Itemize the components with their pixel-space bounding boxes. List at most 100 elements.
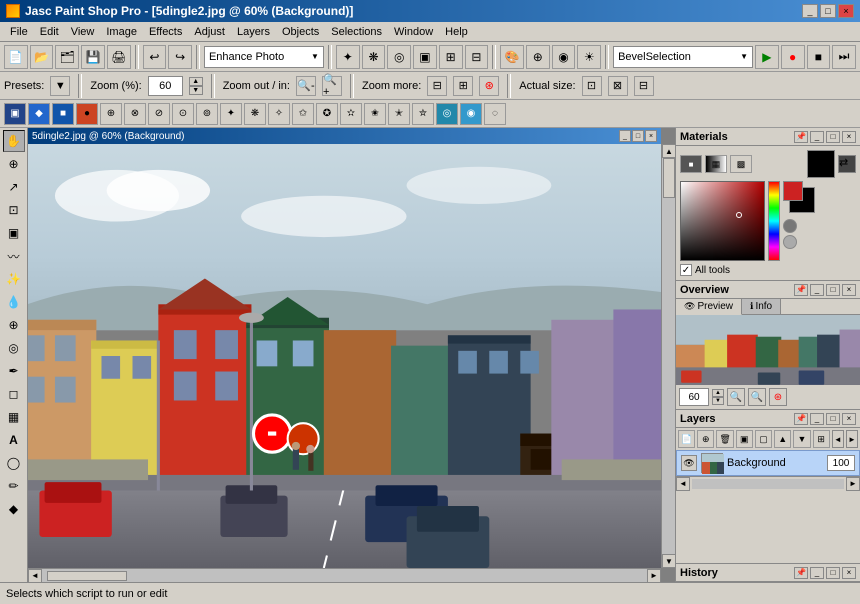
actual-size-2[interactable]: ⊠: [608, 76, 628, 96]
zoom-up-button[interactable]: ▲: [189, 77, 203, 86]
hscroll-right[interactable]: ►: [647, 569, 661, 583]
gradient-mode-btn[interactable]: ▦: [705, 155, 727, 173]
overview-preview-tab[interactable]: 👁 Preview: [676, 299, 742, 315]
effect-btn-11[interactable]: ❋: [244, 103, 266, 125]
overview-min-btn[interactable]: _: [810, 284, 824, 296]
effect-btn-1[interactable]: ▣: [4, 103, 26, 125]
effect-btn-10[interactable]: ✦: [220, 103, 242, 125]
layers-pin-btn[interactable]: 📌: [794, 413, 808, 425]
hscroll-left[interactable]: ◄: [28, 569, 42, 583]
zoom-in-small-btn[interactable]: 🔍: [748, 388, 766, 406]
layers-hscroll-left[interactable]: ◄: [676, 477, 690, 491]
effect-btn-14[interactable]: ✪: [316, 103, 338, 125]
layer-opacity-input[interactable]: [827, 455, 855, 471]
zoom-in-button[interactable]: 🔍+: [322, 76, 342, 96]
materials-max-btn[interactable]: □: [826, 131, 840, 143]
hue-button[interactable]: ⊕: [526, 45, 550, 69]
effect-btn-18[interactable]: ✮: [412, 103, 434, 125]
tool-brush[interactable]: ✒: [3, 360, 25, 382]
effect-btn-17[interactable]: ✭: [388, 103, 410, 125]
overview-close-btn[interactable]: ×: [842, 284, 856, 296]
effect-btn-19[interactable]: ◎: [436, 103, 458, 125]
open-button[interactable]: 📂: [30, 45, 54, 69]
menu-help[interactable]: Help: [439, 24, 474, 40]
menu-adjust[interactable]: Adjust: [188, 24, 231, 40]
zoom-down-button[interactable]: ▼: [189, 86, 203, 95]
effect-btn-5[interactable]: ⊕: [100, 103, 122, 125]
menu-layers[interactable]: Layers: [231, 24, 276, 40]
menu-view[interactable]: View: [65, 24, 101, 40]
menu-edit[interactable]: Edit: [34, 24, 65, 40]
tool-node[interactable]: ◆: [3, 498, 25, 520]
tool-zoom[interactable]: ⊕: [3, 153, 25, 175]
color-mode-btn[interactable]: ■: [680, 155, 702, 173]
tool-fill[interactable]: ▦: [3, 406, 25, 428]
overview-pin-btn[interactable]: 📌: [794, 284, 808, 296]
script-dropdown[interactable]: BevelSelection ▼: [613, 46, 753, 68]
record-button[interactable]: ●: [781, 45, 805, 69]
canvas-close[interactable]: ×: [645, 130, 657, 142]
menu-effects[interactable]: Effects: [143, 24, 188, 40]
actual-size-1[interactable]: ⊡: [582, 76, 602, 96]
ov-zoom-up[interactable]: ▲: [712, 389, 724, 397]
save-button[interactable]: 💾: [81, 45, 105, 69]
circle-swatch-2[interactable]: [783, 235, 797, 249]
ov-zoom-down[interactable]: ▼: [712, 397, 724, 405]
print-button[interactable]: 🖨: [107, 45, 131, 69]
zoom-reset-btn[interactable]: ⊛: [769, 388, 787, 406]
menu-objects[interactable]: Objects: [276, 24, 325, 40]
effect-btn-4[interactable]: ●: [76, 103, 98, 125]
tool-clone[interactable]: ◎: [3, 337, 25, 359]
move-up-btn[interactable]: ▲: [774, 430, 791, 448]
vscroll-thumb[interactable]: [663, 158, 675, 198]
delete-layer-btn[interactable]: 🗑: [716, 430, 733, 448]
layers-scroll-left[interactable]: ◄: [832, 430, 844, 448]
redo-button[interactable]: ↪: [168, 45, 192, 69]
group-btn[interactable]: ▣: [736, 430, 753, 448]
pattern-mode-btn[interactable]: ▩: [730, 155, 752, 173]
menu-window[interactable]: Window: [388, 24, 439, 40]
effect-btn-8[interactable]: ⊙: [172, 103, 194, 125]
tool-pen[interactable]: ✏: [3, 475, 25, 497]
tool-freehand[interactable]: 〰: [3, 245, 25, 267]
effect-btn-9[interactable]: ⊚: [196, 103, 218, 125]
color-box[interactable]: [680, 181, 765, 261]
undo-button[interactable]: ↩: [143, 45, 167, 69]
layer-visibility-btn[interactable]: 👁: [681, 455, 697, 471]
zoom-out-small-btn[interactable]: 🔍: [727, 388, 745, 406]
sharpen-button[interactable]: ✦: [336, 45, 360, 69]
tool-heal[interactable]: ⊕: [3, 314, 25, 336]
effect-btn-21[interactable]: ◌: [484, 103, 506, 125]
layers-close-btn[interactable]: ×: [842, 413, 856, 425]
history-max-btn[interactable]: □: [826, 567, 840, 579]
canvas-hscrollbar[interactable]: ◄ ►: [28, 568, 661, 582]
step-button[interactable]: ⏭: [832, 45, 856, 69]
zoom-more-3[interactable]: ⊛: [479, 76, 499, 96]
layers-scroll-right[interactable]: ►: [846, 430, 858, 448]
zoom-more-1[interactable]: ⊟: [427, 76, 447, 96]
circle-swatch-1[interactable]: [783, 219, 797, 233]
effect-btn-20[interactable]: ◉: [460, 103, 482, 125]
effect-btn-13[interactable]: ✩: [292, 103, 314, 125]
menu-selections[interactable]: Selections: [325, 24, 388, 40]
overview-info-tab[interactable]: ℹ Info: [742, 299, 781, 314]
canvas-vscrollbar[interactable]: ▲ ▼: [661, 144, 675, 568]
edge-button[interactable]: ▣: [413, 45, 437, 69]
zoom-input[interactable]: [148, 76, 183, 96]
minimize-button[interactable]: _: [802, 4, 818, 18]
hue-bar[interactable]: [768, 181, 780, 261]
effect-btn-3[interactable]: ■: [52, 103, 74, 125]
overview-max-btn[interactable]: □: [826, 284, 840, 296]
history-close-btn[interactable]: ×: [842, 567, 856, 579]
menu-file[interactable]: File: [4, 24, 34, 40]
tool-magic-wand[interactable]: ✨: [3, 268, 25, 290]
materials-close-btn[interactable]: ×: [842, 131, 856, 143]
effect-btn-2[interactable]: ◆: [28, 103, 50, 125]
hscroll-thumb[interactable]: [47, 571, 127, 581]
noise-button[interactable]: ⊟: [465, 45, 489, 69]
effect-btn-12[interactable]: ✧: [268, 103, 290, 125]
color-button[interactable]: 🎨: [500, 45, 524, 69]
menu-image[interactable]: Image: [100, 24, 143, 40]
history-min-btn[interactable]: _: [810, 567, 824, 579]
actual-size-3[interactable]: ⊟: [634, 76, 654, 96]
